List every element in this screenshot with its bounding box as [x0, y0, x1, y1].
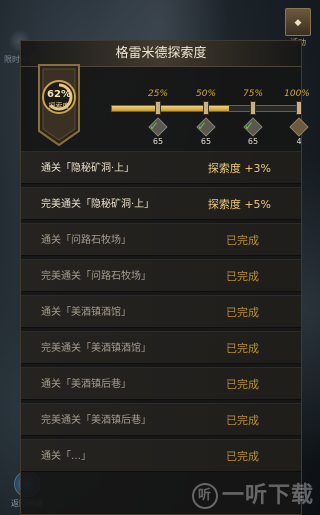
- checkmark-icon: ✓: [244, 119, 255, 133]
- task-name: 通关「美酒镇后巷」: [41, 379, 131, 390]
- exploration-badge: 62% 探索度: [35, 63, 83, 147]
- milestone-label: 25%: [147, 89, 169, 99]
- task-name: 通关「美酒镇酒馆」: [41, 307, 131, 318]
- watermark: 听一听下载: [191, 477, 314, 509]
- task-name: 完美通关「隐秘矿洞·上」: [41, 199, 155, 210]
- task-row: 通关「隐秘矿洞·上」 探索度 +3%: [21, 151, 301, 184]
- task-status: 已完成: [226, 234, 259, 247]
- task-name: 完美通关「问路石牧场」: [41, 271, 151, 282]
- reward-count: 65: [247, 137, 259, 146]
- progress-track: 25% 50% 75% 100% ✓ 65 ✓ 65 ✓ 65 4: [111, 89, 311, 149]
- badge-caption: 探索度: [48, 102, 70, 110]
- milestone-reward[interactable]: ✓ 65: [196, 117, 216, 146]
- reward-count: 65: [200, 137, 212, 146]
- task-row: 通关「问路石牧场」 已完成: [21, 223, 301, 256]
- progress-bar-fill: [112, 106, 229, 111]
- exploration-panel: 格雷米德探索度 62% 探索度 25% 50% 75% 100% ✓ 65 ✓: [20, 40, 310, 515]
- milestone-label: 50%: [195, 89, 217, 99]
- task-name: 通关「问路石牧场」: [41, 235, 131, 246]
- watermark-logo-icon: 听: [191, 483, 218, 509]
- task-name: 完美通关「美酒镇酒馆」: [41, 343, 151, 354]
- milestone-tick: [296, 101, 302, 115]
- task-row: 完美通关「美酒镇酒馆」 已完成: [21, 331, 301, 364]
- milestone-tick: [250, 101, 256, 115]
- checkmark-icon: ✓: [149, 119, 160, 133]
- task-name: 通关「隐秘矿洞·上」: [41, 163, 135, 174]
- watermark-text: 一听下载: [221, 483, 314, 508]
- task-status: 已完成: [226, 270, 259, 283]
- milestone-reward[interactable]: ✓ 65: [148, 117, 168, 146]
- task-row: 通关「…」 已完成: [21, 439, 301, 472]
- task-status: 已完成: [226, 378, 259, 391]
- task-row: 完美通关「美酒镇后巷」 已完成: [21, 403, 301, 436]
- reward-count: 65: [152, 137, 164, 146]
- milestone-tick: [155, 101, 161, 115]
- task-row: 通关「美酒镇酒馆」 已完成: [21, 295, 301, 328]
- task-name: 完美通关「美酒镇后巷」: [41, 415, 151, 426]
- reward-count: 4: [296, 137, 302, 146]
- milestone-label: 75%: [242, 89, 264, 99]
- task-reward: 探索度 +5%: [207, 198, 271, 211]
- task-status: 已完成: [226, 342, 259, 355]
- task-row: 完美通关「问路石牧场」 已完成: [21, 259, 301, 292]
- milestone-tick: [203, 101, 209, 115]
- badge-percent: 62%: [47, 89, 71, 100]
- treasure-chest-icon: [289, 117, 309, 137]
- task-reward: 探索度 +3%: [207, 162, 271, 175]
- milestone-reward[interactable]: ✓ 65: [243, 117, 263, 146]
- milestone-reward[interactable]: 4: [289, 117, 309, 146]
- task-status: 已完成: [226, 450, 259, 463]
- task-name: 通关「…」: [41, 451, 91, 462]
- task-status: 已完成: [226, 306, 259, 319]
- task-row: 完美通关「隐秘矿洞·上」 探索度 +5%: [21, 187, 301, 220]
- checkmark-icon: ✓: [197, 119, 208, 133]
- task-row: 通关「美酒镇后巷」 已完成: [21, 367, 301, 400]
- task-status: 已完成: [226, 414, 259, 427]
- event-icon: ◆: [285, 8, 311, 36]
- task-list: 通关「隐秘矿洞·上」 探索度 +3% 完美通关「隐秘矿洞·上」 探索度 +5% …: [21, 151, 301, 475]
- milestone-label: 100%: [284, 89, 310, 99]
